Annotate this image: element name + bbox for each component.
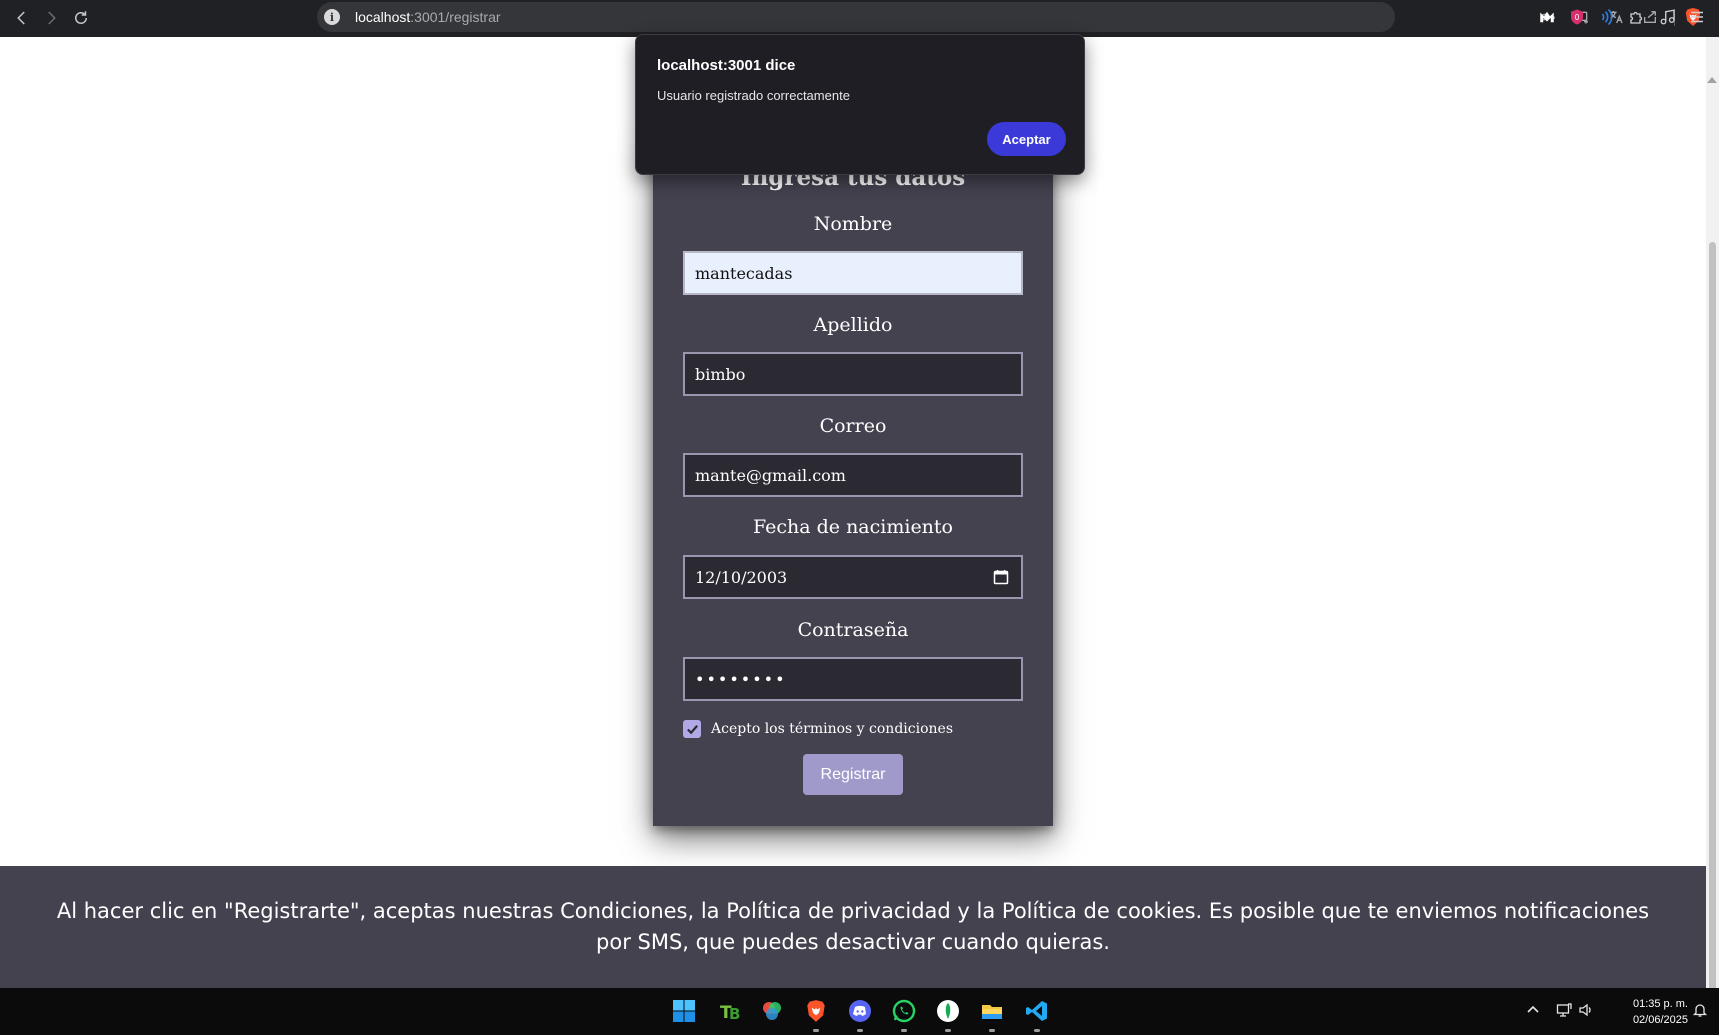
chevron-up-icon[interactable] <box>1524 1001 1542 1019</box>
extension-ublock-icon[interactable]: 0 <box>1566 6 1588 28</box>
task-running-indicator <box>901 1029 907 1032</box>
network-icon[interactable] <box>1555 1001 1573 1019</box>
davinci-icon[interactable] <box>759 998 785 1024</box>
url-text[interactable]: localhost:3001/registrar <box>355 9 501 25</box>
svg-text:B: B <box>729 1005 740 1023</box>
nombre-value: mantecadas <box>695 263 793 283</box>
address-bar[interactable]: i localhost:3001/registrar <box>317 2 1701 32</box>
correo-label: Correo <box>819 415 887 437</box>
forward-icon[interactable] <box>37 4 65 32</box>
clock-date: 02/06/2025 <box>1632 1014 1688 1026</box>
alert-dialog: localhost:3001 dice Usuario registrado c… <box>635 34 1085 175</box>
extension-read-aloud-icon[interactable] <box>1596 6 1618 28</box>
task-running-indicator <box>989 1029 995 1032</box>
reload-icon[interactable] <box>67 4 95 32</box>
scroll-up-icon[interactable] <box>1707 77 1717 83</box>
nombre-label: Nombre <box>813 213 893 235</box>
dialog-message: Usuario registrado correctamente <box>657 88 850 103</box>
file-explorer-icon[interactable] <box>979 998 1005 1024</box>
apellido-value: bimbo <box>695 364 746 384</box>
discord-icon[interactable] <box>847 998 873 1024</box>
terms-label: Acepto los términos y condiciones <box>711 721 953 737</box>
apellido-label: Apellido <box>813 314 893 336</box>
browser-toolbar: i localhost:3001/registrar 0 <box>0 0 1719 37</box>
app-tb-icon[interactable]: TB <box>717 998 743 1024</box>
brave-browser-icon[interactable] <box>803 998 829 1024</box>
fecha-value: 12/10/2003 <box>695 567 788 587</box>
fecha-label: Fecha de nacimiento <box>752 516 953 538</box>
info-icon[interactable]: i <box>324 9 340 25</box>
dialog-title: localhost:3001 dice <box>657 57 796 74</box>
terms-row[interactable]: Acepto los términos y condiciones <box>683 719 953 739</box>
task-running-indicator <box>1034 1029 1040 1032</box>
whatsapp-icon[interactable] <box>891 998 917 1024</box>
footer-banner: Al hacer clic en "Registrarte", aceptas … <box>0 866 1706 988</box>
extension-m-icon[interactable] <box>1536 6 1558 28</box>
fecha-input[interactable]: 12/10/2003 <box>683 555 1023 599</box>
windows-taskbar: TB 01:35 p. m. 02/06/2025 <box>0 988 1719 1035</box>
task-running-indicator <box>857 1029 863 1032</box>
back-icon[interactable] <box>8 4 36 32</box>
terms-checkbox[interactable] <box>683 720 701 738</box>
extensions-puzzle-icon[interactable] <box>1626 6 1648 28</box>
page-scrollbar[interactable] <box>1706 37 1719 1020</box>
task-running-indicator <box>945 1029 951 1032</box>
footer-text: Al hacer clic en "Registrarte", aceptas … <box>56 899 1650 954</box>
windows-start-icon[interactable] <box>671 998 697 1024</box>
password-input[interactable]: •••••••• <box>683 657 1023 701</box>
system-clock[interactable]: 01:35 p. m. 02/06/2025 <box>1608 996 1688 1028</box>
clock-time: 01:35 p. m. <box>1632 998 1688 1010</box>
notification-bell-icon[interactable] <box>1691 1001 1709 1019</box>
mongodb-compass-icon[interactable] <box>935 998 961 1024</box>
volume-icon[interactable] <box>1577 1001 1595 1019</box>
menu-icon[interactable] <box>1686 6 1708 28</box>
media-playlist-icon[interactable] <box>1657 6 1679 28</box>
task-running-indicator <box>813 1029 819 1032</box>
password-label: Contraseña <box>797 619 909 641</box>
svg-text:0: 0 <box>1575 13 1580 22</box>
correo-input[interactable]: mante@gmail.com <box>683 453 1023 497</box>
apellido-input[interactable]: bimbo <box>683 352 1023 396</box>
check-icon <box>686 724 698 734</box>
url-host: localhost <box>355 9 411 25</box>
password-value: •••••••• <box>695 669 787 689</box>
register-form: Ingresa tus datos Nombre mantecadas Apel… <box>653 140 1053 826</box>
calendar-icon[interactable] <box>993 569 1009 585</box>
correo-value: mante@gmail.com <box>695 465 846 485</box>
nombre-input[interactable]: mantecadas <box>683 251 1023 295</box>
url-path: :3001/registrar <box>410 9 501 25</box>
registrar-button[interactable]: Registrar <box>803 754 903 795</box>
vscode-icon[interactable] <box>1024 998 1050 1024</box>
aceptar-button[interactable]: Aceptar <box>987 122 1066 156</box>
scroll-thumb[interactable] <box>1709 242 1716 1010</box>
